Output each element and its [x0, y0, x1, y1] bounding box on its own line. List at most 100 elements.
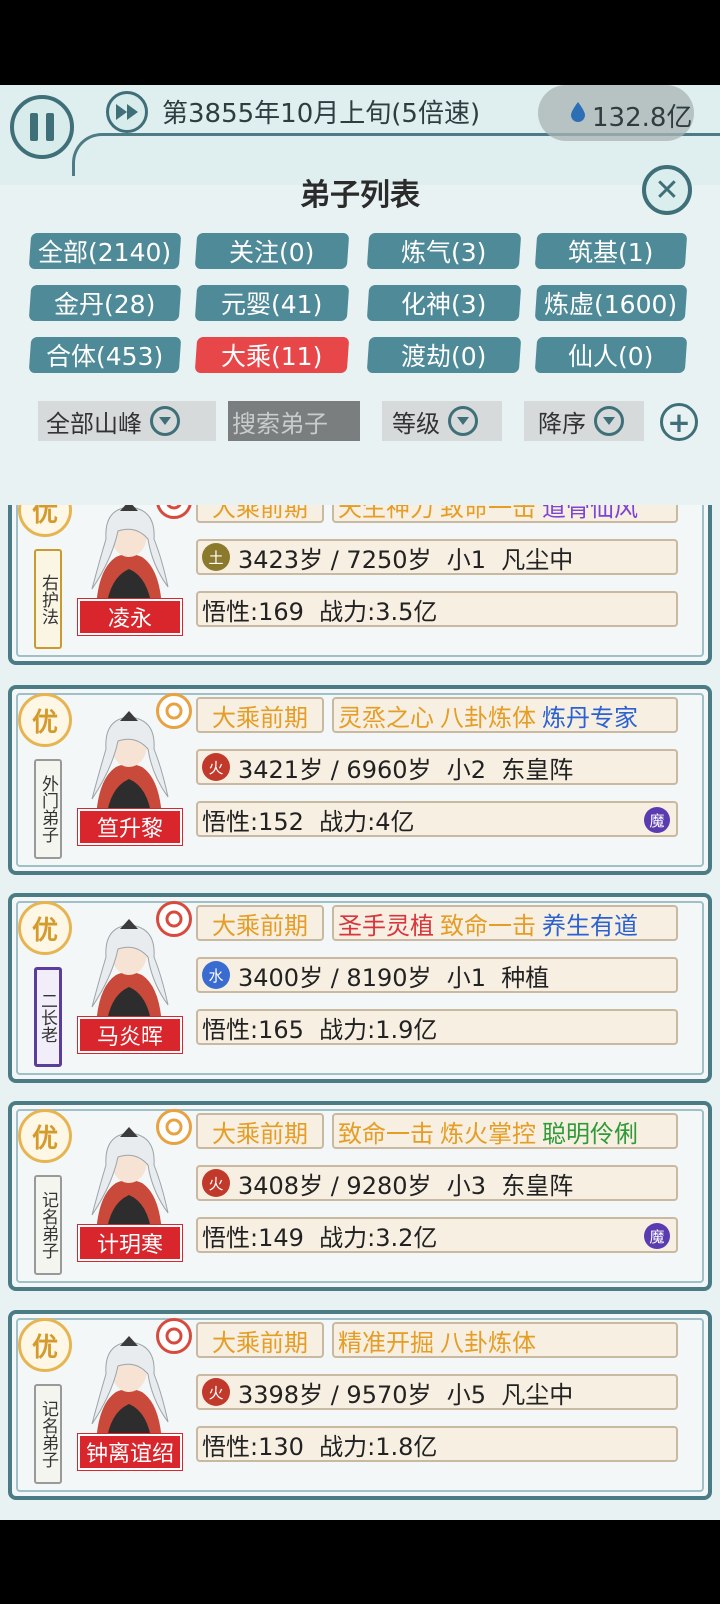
stats-row: 悟性:165 战力:1.9亿 [196, 1009, 678, 1045]
filter-tab-label: 金丹(28) [54, 290, 156, 319]
traits-box: 致命一击 炼火掌控 聪明伶俐 [332, 1113, 678, 1149]
filter-tab[interactable]: 关注(0) [194, 233, 350, 269]
mountain-dropdown[interactable]: 全部山峰 [38, 401, 216, 441]
stats-text: 悟性:149 战力:3.2亿 [202, 1223, 438, 1252]
chevron-down-icon [150, 406, 180, 436]
filter-tab[interactable]: 仙人(0) [534, 337, 688, 373]
sort-order-label: 降序 [538, 409, 586, 438]
pause-icon [30, 113, 38, 141]
filter-tab[interactable]: 炼气(3) [366, 233, 522, 269]
lifespan-row: 火 3421岁 / 6960岁 小2 东皇阵 [196, 749, 678, 785]
filter-tab[interactable]: 渡劫(0) [366, 337, 522, 373]
filter-tab[interactable]: 大乘(11) [194, 337, 350, 373]
stats-row: 悟性:169 战力:3.5亿 [196, 591, 678, 627]
chevron-down-icon [594, 406, 624, 436]
stats-text: 悟性:165 战力:1.9亿 [202, 1015, 438, 1044]
mountain-dropdown-label: 全部山峰 [46, 409, 142, 438]
filter-tab[interactable]: 金丹(28) [28, 285, 182, 321]
realm-label: 大乘前期 [196, 1322, 324, 1358]
disciple-card[interactable]: 优外门弟子 笪升黎 大乘前期 灵烝之心 八卦炼体 炼丹专家火 3421岁 / 6960岁 小… [8, 685, 712, 875]
stats-row: 悟性:130 战力:1.8亿 [196, 1426, 678, 1462]
role-scroll: 记名弟子 [34, 1175, 62, 1275]
spirit-stone-value: 132.8亿 [592, 103, 693, 133]
lifespan-text: 3423岁 / 7250岁 小1 凡尘中 [238, 545, 574, 574]
filter-tab-label: 炼虚(1600) [544, 290, 678, 319]
disciple-card[interactable]: 优右护法 凌永 大乘前期 天生神力 致命一击 道骨仙风土 3423岁 / 7250岁 小1 … [8, 505, 712, 665]
stats-text: 悟性:169 战力:3.5亿 [202, 597, 438, 626]
element-icon: 火 [202, 753, 230, 781]
filter-tab-label: 筑基(1) [568, 238, 654, 267]
element-icon: 土 [202, 543, 230, 571]
sort-field-dropdown[interactable]: 等级 [382, 401, 502, 441]
lifespan-text: 3408岁 / 9280岁 小3 东皇阵 [238, 1171, 574, 1200]
realm-label: 大乘前期 [196, 1113, 324, 1149]
sort-order-dropdown[interactable]: 降序 [524, 401, 644, 441]
filter-tab-label: 全部(2140) [38, 238, 172, 267]
disciple-card[interactable]: 优记名弟子 钟离谊绍 大乘前期 精准开掘 八卦炼体火 3398岁 / 9570岁 小5 凡… [8, 1310, 712, 1500]
trait-label: 聪明伶俐 [542, 1119, 638, 1148]
stats-row: 悟性:149 战力:3.2亿 魔 [196, 1217, 678, 1253]
disciple-name: 计玥寒 [78, 1225, 182, 1261]
dialog-title: 弟子列表 [300, 178, 420, 213]
realm-label: 大乘前期 [196, 505, 324, 523]
filter-tab-label: 元婴(41) [221, 290, 323, 319]
filter-tab[interactable]: 炼虚(1600) [534, 285, 688, 321]
disciple-name: 凌永 [78, 599, 182, 635]
lifespan-row: 土 3423岁 / 7250岁 小1 凡尘中 [196, 539, 678, 575]
lifespan-text: 3400岁 / 8190岁 小1 种植 [238, 963, 550, 992]
disciple-name: 钟离谊绍 [78, 1434, 182, 1470]
sun-emblem-icon [156, 1109, 192, 1145]
search-input[interactable]: 搜索弟子 [228, 401, 360, 441]
role-scroll: 外门弟子 [34, 759, 62, 859]
fast-forward-button[interactable] [106, 91, 148, 133]
traits-box: 精准开掘 八卦炼体 [332, 1322, 678, 1358]
flame-emblem-icon [156, 901, 192, 937]
filter-tab-label: 合体(453) [46, 342, 164, 371]
stats-text: 悟性:152 战力:4亿 [202, 807, 415, 836]
lifespan-row: 火 3408岁 / 9280岁 小3 东皇阵 [196, 1165, 678, 1201]
disciple-card[interactable]: 优记名弟子 计玥寒 大乘前期 致命一击 炼火掌控 聪明伶俐火 3408岁 / 9280岁 小… [8, 1101, 712, 1291]
close-icon: ✕ [654, 172, 680, 208]
traits-box: 天生神力 致命一击 道骨仙风 [332, 505, 678, 523]
element-icon: 火 [202, 1169, 230, 1197]
chevron-down-icon [448, 406, 478, 436]
add-button[interactable]: + [660, 403, 698, 441]
realm-label: 大乘前期 [196, 697, 324, 733]
pause-button[interactable] [10, 95, 74, 159]
game-screen: 第3855年10月上旬(5倍速) 132.8亿 弟子列表 ✕ 全部(2140) 关… [0, 85, 720, 1520]
quality-badge: 优 [18, 693, 72, 747]
filter-tab[interactable]: 合体(453) [28, 337, 182, 373]
pause-icon-bar [46, 113, 54, 141]
trait-label: 八卦炼体 [440, 1328, 536, 1357]
quality-badge: 优 [18, 1109, 72, 1163]
system-nav-bar [0, 1520, 720, 1604]
filter-tab[interactable]: 筑基(1) [534, 233, 688, 269]
filter-tab[interactable]: 全部(2140) [28, 233, 182, 269]
portrait-image [91, 505, 169, 609]
quality-badge: 优 [18, 1318, 72, 1372]
traits-box: 圣手灵植 致命一击 养生有道 [332, 905, 678, 941]
filter-tab-label: 关注(0) [229, 238, 315, 267]
lifespan-row: 火 3398岁 / 9570岁 小5 凡尘中 [196, 1374, 678, 1410]
filter-tab[interactable]: 化神(3) [366, 285, 522, 321]
fast-forward-icon [116, 104, 138, 120]
spirit-stone-counter: 132.8亿 [538, 85, 694, 141]
flame-emblem-icon [156, 1318, 192, 1354]
disciple-list[interactable]: 优右护法 凌永 大乘前期 天生神力 致命一击 道骨仙风土 3423岁 / 7250岁 小1 … [0, 505, 720, 1520]
trait-label: 致命一击 [440, 505, 536, 522]
lifespan-row: 水 3400岁 / 8190岁 小1 种植 [196, 957, 678, 993]
trait-label: 圣手灵植 [338, 911, 434, 940]
realm-label: 大乘前期 [196, 905, 324, 941]
trait-label: 炼火掌控 [440, 1119, 536, 1148]
element-icon: 水 [202, 961, 230, 989]
lifespan-text: 3398岁 / 9570岁 小5 凡尘中 [238, 1380, 574, 1409]
filter-tab[interactable]: 元婴(41) [194, 285, 350, 321]
element-icon: 火 [202, 1378, 230, 1406]
trait-label: 致命一击 [440, 911, 536, 940]
demon-mark-icon: 魔 [644, 807, 670, 833]
disciple-name: 笪升黎 [78, 809, 182, 845]
close-button[interactable]: ✕ [642, 165, 692, 215]
stats-row: 悟性:152 战力:4亿 魔 [196, 801, 678, 837]
disciple-name: 马炎晖 [78, 1017, 182, 1053]
disciple-card[interactable]: 优二长老 马炎晖 大乘前期 圣手灵植 致命一击 养生有道水 3400岁 / 8190岁 小1… [8, 893, 712, 1083]
